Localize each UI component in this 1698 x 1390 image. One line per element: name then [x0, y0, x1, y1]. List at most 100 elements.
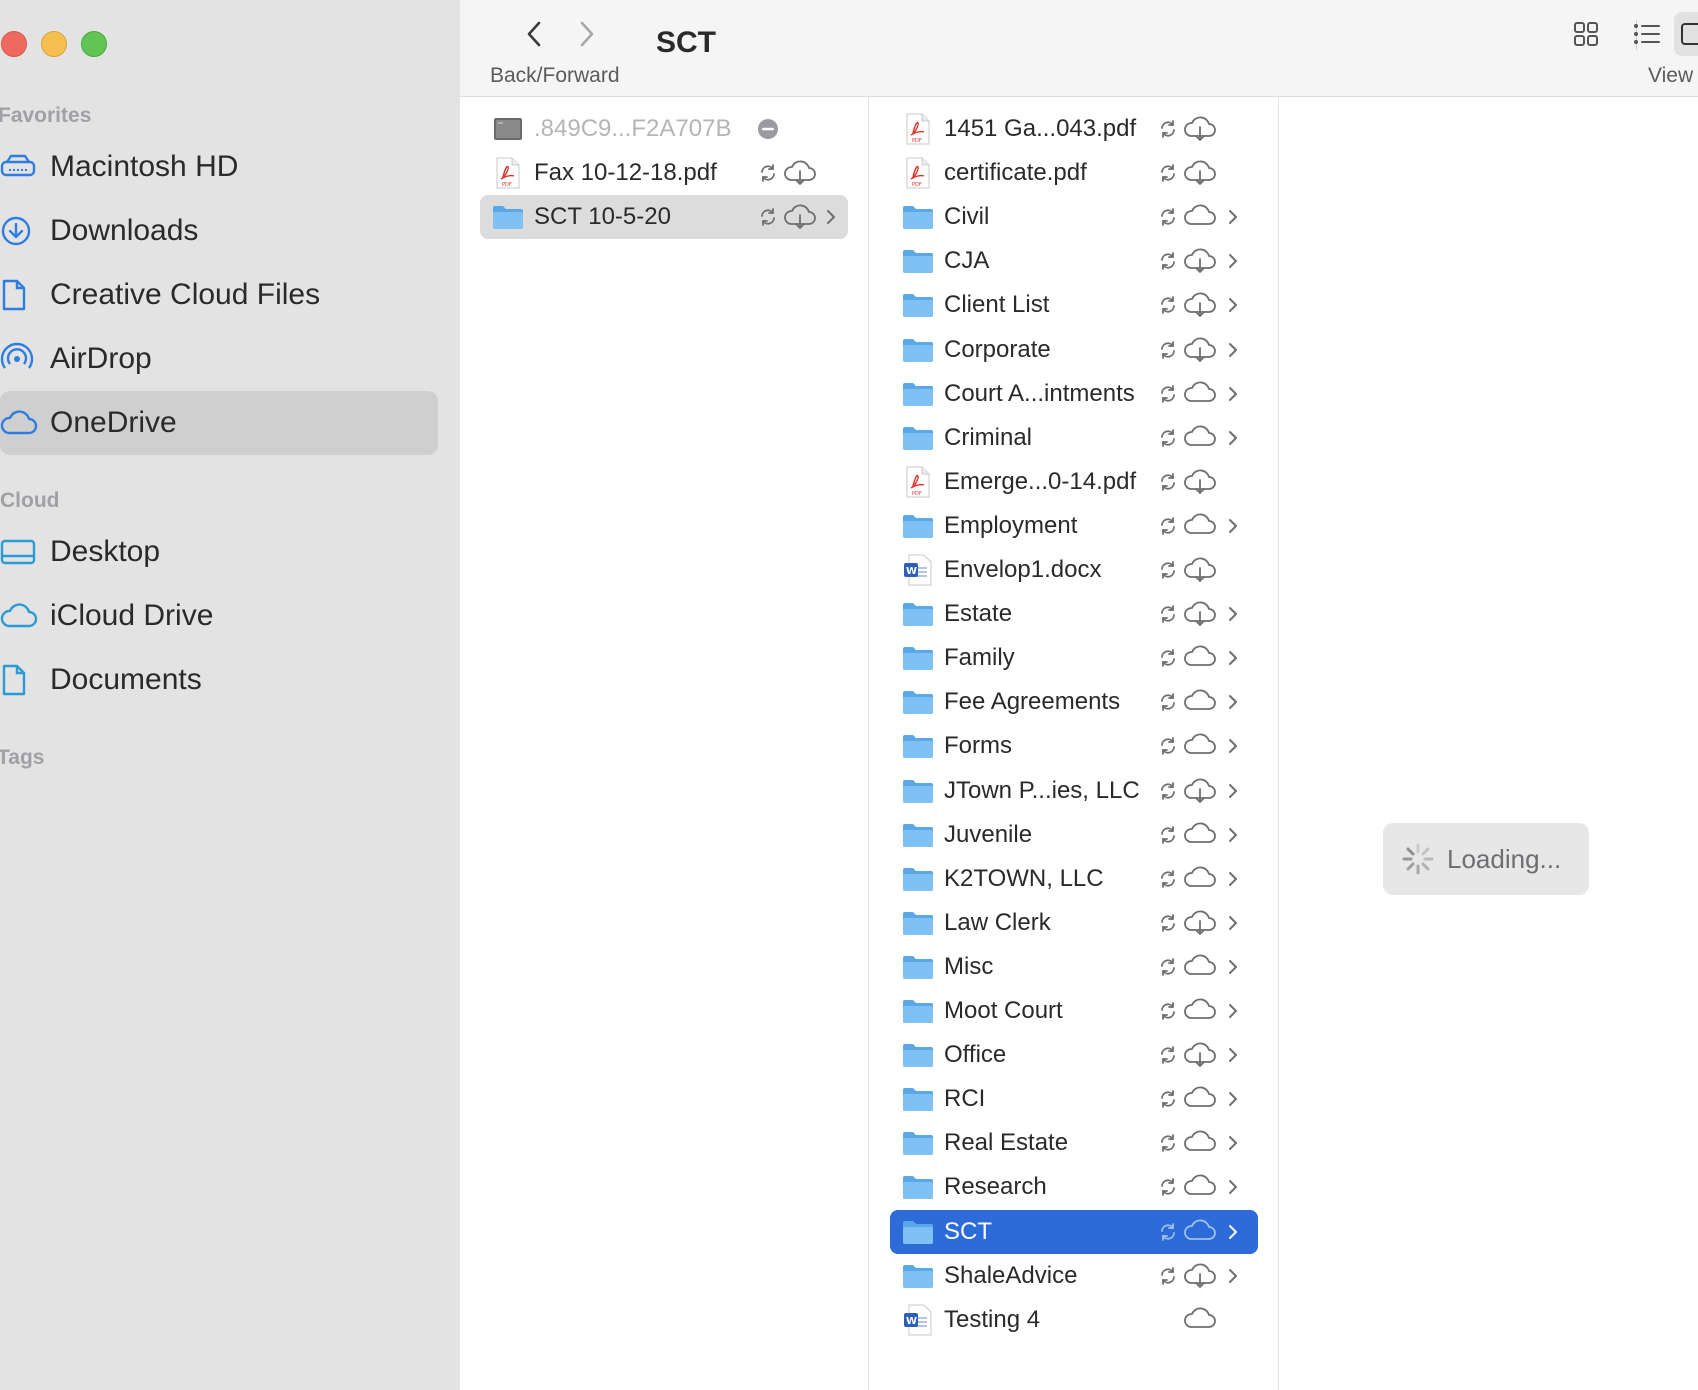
cloud-download-icon[interactable]: [1182, 460, 1218, 504]
word-file-icon: W: [900, 548, 936, 592]
file-row[interactable]: Corporate: [890, 328, 1258, 372]
cloud-icon[interactable]: [1182, 416, 1218, 460]
close-window-button[interactable]: [1, 31, 27, 57]
cloud-icon[interactable]: [1182, 813, 1218, 857]
sidebar-item-desktop[interactable]: Desktop: [0, 520, 438, 584]
word-file-icon: W: [900, 1298, 936, 1342]
sync-icon: [1156, 1033, 1180, 1077]
cloud-icon[interactable]: [1182, 636, 1218, 680]
chevron-right-icon: [1225, 328, 1241, 372]
cloud-icon[interactable]: [1182, 372, 1218, 416]
file-row[interactable]: Estate: [890, 592, 1258, 636]
file-row[interactable]: Criminal: [890, 416, 1258, 460]
browser-column-1[interactable]: .849C9...F2A707B PDF Fax 10-12-18.pdf SCT 1…: [460, 97, 869, 1390]
sidebar-item-creative-cloud-files[interactable]: Creative Cloud Files: [0, 263, 438, 327]
cloud-icon[interactable]: [1182, 1298, 1218, 1342]
cloud-icon[interactable]: [1182, 857, 1218, 901]
cloud-download-icon[interactable]: [1182, 151, 1218, 195]
sync-icon: [1156, 328, 1180, 372]
file-row[interactable]: Juvenile: [890, 813, 1258, 857]
sidebar-item-documents[interactable]: Documents: [0, 648, 438, 712]
cloud-icon[interactable]: [1182, 680, 1218, 724]
file-row[interactable]: Family: [890, 636, 1258, 680]
cloud-download-icon[interactable]: [1182, 328, 1218, 372]
sidebar: Favorites Cloud Tags Macintosh HD Downloa…: [0, 0, 460, 1390]
file-row[interactable]: Real Estate: [890, 1121, 1258, 1165]
file-row[interactable]: Research: [890, 1165, 1258, 1209]
file-row[interactable]: .849C9...F2A707B: [480, 107, 848, 151]
cloud-icon[interactable]: [1182, 504, 1218, 548]
file-row[interactable]: JTown P...ies, LLC: [890, 769, 1258, 813]
sync-icon: [1156, 1077, 1180, 1121]
file-row[interactable]: RCI: [890, 1077, 1258, 1121]
sync-icon: [1156, 372, 1180, 416]
cloud-download-icon[interactable]: [1182, 1033, 1218, 1077]
file-row[interactable]: PDF 1451 Ga...043.pdf: [890, 107, 1258, 151]
cloud-icon[interactable]: [1182, 195, 1218, 239]
cloud-icon[interactable]: [1182, 1210, 1218, 1254]
file-name: Testing 4: [944, 1305, 1041, 1333]
file-row[interactable]: PDF Fax 10-12-18.pdf: [480, 151, 848, 195]
cloud-icon[interactable]: [1182, 1121, 1218, 1165]
sidebar-item-airdrop[interactable]: AirDrop: [0, 327, 438, 391]
cloud-icon[interactable]: [1182, 989, 1218, 1033]
file-row[interactable]: PDF certificate.pdf: [890, 151, 1258, 195]
file-name: Civil: [944, 203, 990, 231]
browser-column-2[interactable]: PDF 1451 Ga...043.pdf PDF certificate.pdf Ci…: [869, 97, 1279, 1390]
file-row[interactable]: PDF Emerge...0-14.pdf: [890, 460, 1258, 504]
file-row[interactable]: Misc: [890, 945, 1258, 989]
cloud-download-icon[interactable]: [782, 195, 818, 239]
sidebar-item-label: OneDrive: [50, 406, 177, 439]
folder-icon: [900, 1254, 936, 1298]
pdf-file-icon: PDF: [900, 107, 936, 151]
sync-icon: [756, 195, 780, 239]
sidebar-item-label: Creative Cloud Files: [50, 278, 321, 311]
cloud-download-icon[interactable]: [1182, 901, 1218, 945]
column-view-button[interactable]: [1674, 12, 1698, 56]
sync-icon: [1156, 1121, 1180, 1165]
file-row[interactable]: W Testing 4: [890, 1298, 1258, 1342]
cloud-download-icon[interactable]: [1182, 769, 1218, 813]
cloud-download-icon[interactable]: [782, 151, 818, 195]
file-row[interactable]: SCT 10-5-20: [480, 195, 848, 239]
sidebar-item-onedrive[interactable]: OneDrive: [0, 391, 438, 455]
file-row[interactable]: Fee Agreements: [890, 680, 1258, 724]
cloud-download-icon[interactable]: [1182, 592, 1218, 636]
file-row[interactable]: K2TOWN, LLC: [890, 857, 1258, 901]
sidebar-item-macintosh-hd[interactable]: Macintosh HD: [0, 135, 438, 199]
file-name: 1451 Ga...043.pdf: [944, 115, 1137, 142]
file-row[interactable]: Client List: [890, 283, 1258, 327]
minimize-window-button[interactable]: [41, 31, 67, 57]
sync-icon: [1156, 107, 1180, 151]
folder-icon: [900, 945, 936, 989]
file-row[interactable]: Civil: [890, 195, 1258, 239]
cloud-download-icon[interactable]: [1182, 548, 1218, 592]
cloud-download-icon[interactable]: [1182, 1254, 1218, 1298]
cloud-download-icon[interactable]: [1182, 283, 1218, 327]
file-row[interactable]: Court A...intments: [890, 372, 1258, 416]
list-view-button[interactable]: [1625, 14, 1669, 54]
cloud-download-icon[interactable]: [1182, 107, 1218, 151]
zoom-window-button[interactable]: [81, 31, 107, 57]
cloud-icon[interactable]: [1182, 724, 1218, 768]
file-row[interactable]: Moot Court: [890, 989, 1258, 1033]
sidebar-item-downloads[interactable]: Downloads: [0, 199, 438, 263]
cloud-icon[interactable]: [1182, 945, 1218, 989]
cloud-download-icon[interactable]: [1182, 239, 1218, 283]
file-row[interactable]: ShaleAdvice: [890, 1254, 1258, 1298]
file-row[interactable]: SCT: [890, 1209, 1258, 1254]
file-row[interactable]: Law Clerk: [890, 901, 1258, 945]
sidebar-item-icloud-drive[interactable]: iCloud Drive: [0, 584, 438, 648]
chevron-right-icon: [1225, 1254, 1241, 1298]
file-row[interactable]: CJA: [890, 239, 1258, 283]
file-row[interactable]: Employment: [890, 504, 1258, 548]
file-row[interactable]: Forms: [890, 724, 1258, 768]
cloud-icon[interactable]: [1182, 1077, 1218, 1121]
cloud-icon[interactable]: [1182, 1165, 1218, 1209]
icon-view-button[interactable]: [1564, 14, 1608, 54]
sync-icon: [1156, 945, 1180, 989]
file-row[interactable]: Office: [890, 1033, 1258, 1077]
file-row[interactable]: W Envelop1.docx: [890, 548, 1258, 592]
forward-button[interactable]: [566, 14, 606, 54]
back-button[interactable]: [515, 14, 555, 54]
